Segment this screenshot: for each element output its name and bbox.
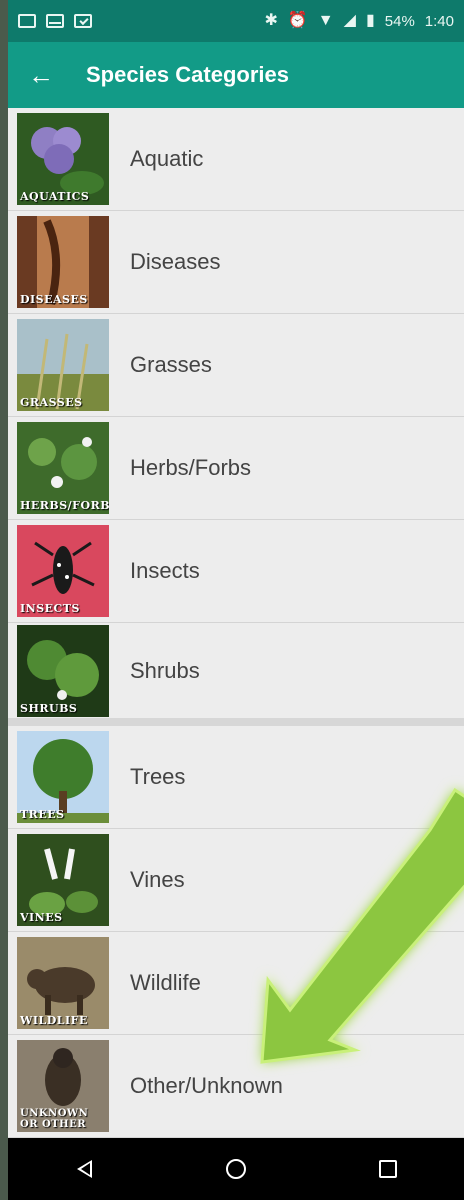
nav-recents-button[interactable] <box>363 1144 413 1194</box>
category-label: Herbs/Forbs <box>130 455 252 480</box>
diseases-thumbnail: DISEASES <box>17 216 109 308</box>
home-icon <box>226 1159 246 1179</box>
recents-icon <box>379 1160 397 1178</box>
category-row-vines[interactable]: VINES Vines <box>8 829 464 932</box>
category-label: Grasses <box>130 352 212 377</box>
mail-notification-icon <box>46 14 64 28</box>
shrubs-thumbnail: SHRUBS <box>17 624 109 717</box>
category-label: Shrubs <box>130 657 200 683</box>
other-unknown-thumbnail: UNKNOWN OR OTHER <box>17 1040 109 1132</box>
bluetooth-icon: ✱ <box>264 12 278 29</box>
category-row-diseases[interactable]: DISEASES Diseases <box>8 211 464 314</box>
category-label: Vines <box>130 867 185 892</box>
nav-home-button[interactable] <box>211 1144 261 1194</box>
app-bar: ← Species Categories <box>8 42 464 108</box>
category-label: Trees <box>130 764 186 789</box>
nav-back-button[interactable] <box>59 1144 109 1194</box>
notification-icons <box>18 14 92 28</box>
battery-percent: 54% <box>384 12 415 30</box>
task-notification-icon <box>74 14 92 28</box>
grasses-thumbnail: GRASSES <box>17 319 109 411</box>
wildlife-thumbnail: WILDLIFE <box>17 937 109 1029</box>
frame-border <box>0 0 8 1200</box>
clock: 1:40 <box>424 12 454 30</box>
wifi-icon: ▼ <box>317 12 334 29</box>
back-arrow-icon[interactable]: ← <box>26 60 56 90</box>
category-row-aquatic[interactable]: AQUATICS Aquatic <box>8 108 464 211</box>
status-bar: ✱ ⏰ ▼ ◢ ▮ 54% 1:40 <box>8 0 464 42</box>
category-row-shrubs[interactable]: SHRUBS Shrubs <box>8 623 464 726</box>
battery-icon: ▮ <box>365 12 375 29</box>
aquatic-thumbnail: AQUATICS <box>17 113 109 205</box>
system-nav-bar <box>8 1138 464 1200</box>
category-row-herbs-forbs[interactable]: HERBS/FORBS Herbs/Forbs <box>8 417 464 520</box>
category-row-other-unknown[interactable]: UNKNOWN OR OTHER Other/Unknown <box>8 1035 464 1138</box>
category-row-grasses[interactable]: GRASSES Grasses <box>8 314 464 417</box>
system-icons: ✱ ⏰ ▼ ◢ ▮ 54% 1:40 <box>264 13 454 30</box>
category-row-insects[interactable]: INSECTS Insects <box>8 520 464 623</box>
trees-thumbnail: TREES <box>17 731 109 823</box>
herbs-forbs-thumbnail: HERBS/FORBS <box>17 422 109 514</box>
signal-icon: ◢ <box>343 12 356 29</box>
gallery-notification-icon <box>18 14 36 28</box>
category-list: AQUATICS Aquatic DISEASES Diseases GRASS… <box>8 108 464 1138</box>
vines-thumbnail: VINES <box>17 834 109 926</box>
page-title: Species Categories <box>86 62 289 87</box>
alarm-icon: ⏰ <box>287 12 308 29</box>
category-label: Aquatic <box>130 146 204 171</box>
back-icon <box>76 1160 92 1178</box>
category-label: Other/Unknown <box>130 1073 283 1098</box>
category-row-wildlife[interactable]: WILDLIFE Wildlife <box>8 932 464 1035</box>
insects-thumbnail: INSECTS <box>17 525 109 617</box>
category-row-trees[interactable]: TREES Trees <box>8 726 464 829</box>
category-label: Diseases <box>130 249 221 274</box>
category-label: Wildlife <box>130 970 201 995</box>
category-label: Insects <box>130 558 200 583</box>
